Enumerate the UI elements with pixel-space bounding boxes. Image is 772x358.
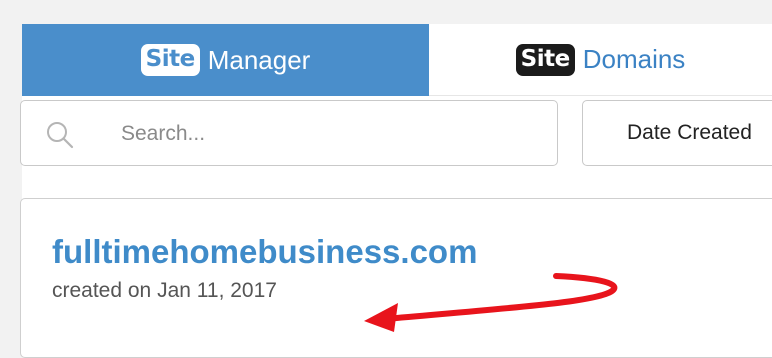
tab-bar: Site Manager Site Domains [22,24,772,96]
search-input[interactable] [121,113,541,155]
search-box[interactable] [20,100,558,166]
site-logo-badge: Site [140,44,200,76]
search-icon [47,122,74,149]
tab-site-manager[interactable]: Site Manager [22,24,429,96]
tab-label: Manager [207,44,311,75]
site-domain-link[interactable]: fulltimehomebusiness.com [52,233,477,271]
created-date: created on Jan 11, 2017 [52,279,277,302]
site-logo-badge: Site [515,43,575,76]
tab-site-domains[interactable]: Site Domains [429,24,772,96]
tab-label: Domains [582,44,686,74]
sort-dropdown[interactable]: Date Created [582,100,772,166]
site-card: fulltimehomebusiness.com created on Jan … [20,198,772,358]
